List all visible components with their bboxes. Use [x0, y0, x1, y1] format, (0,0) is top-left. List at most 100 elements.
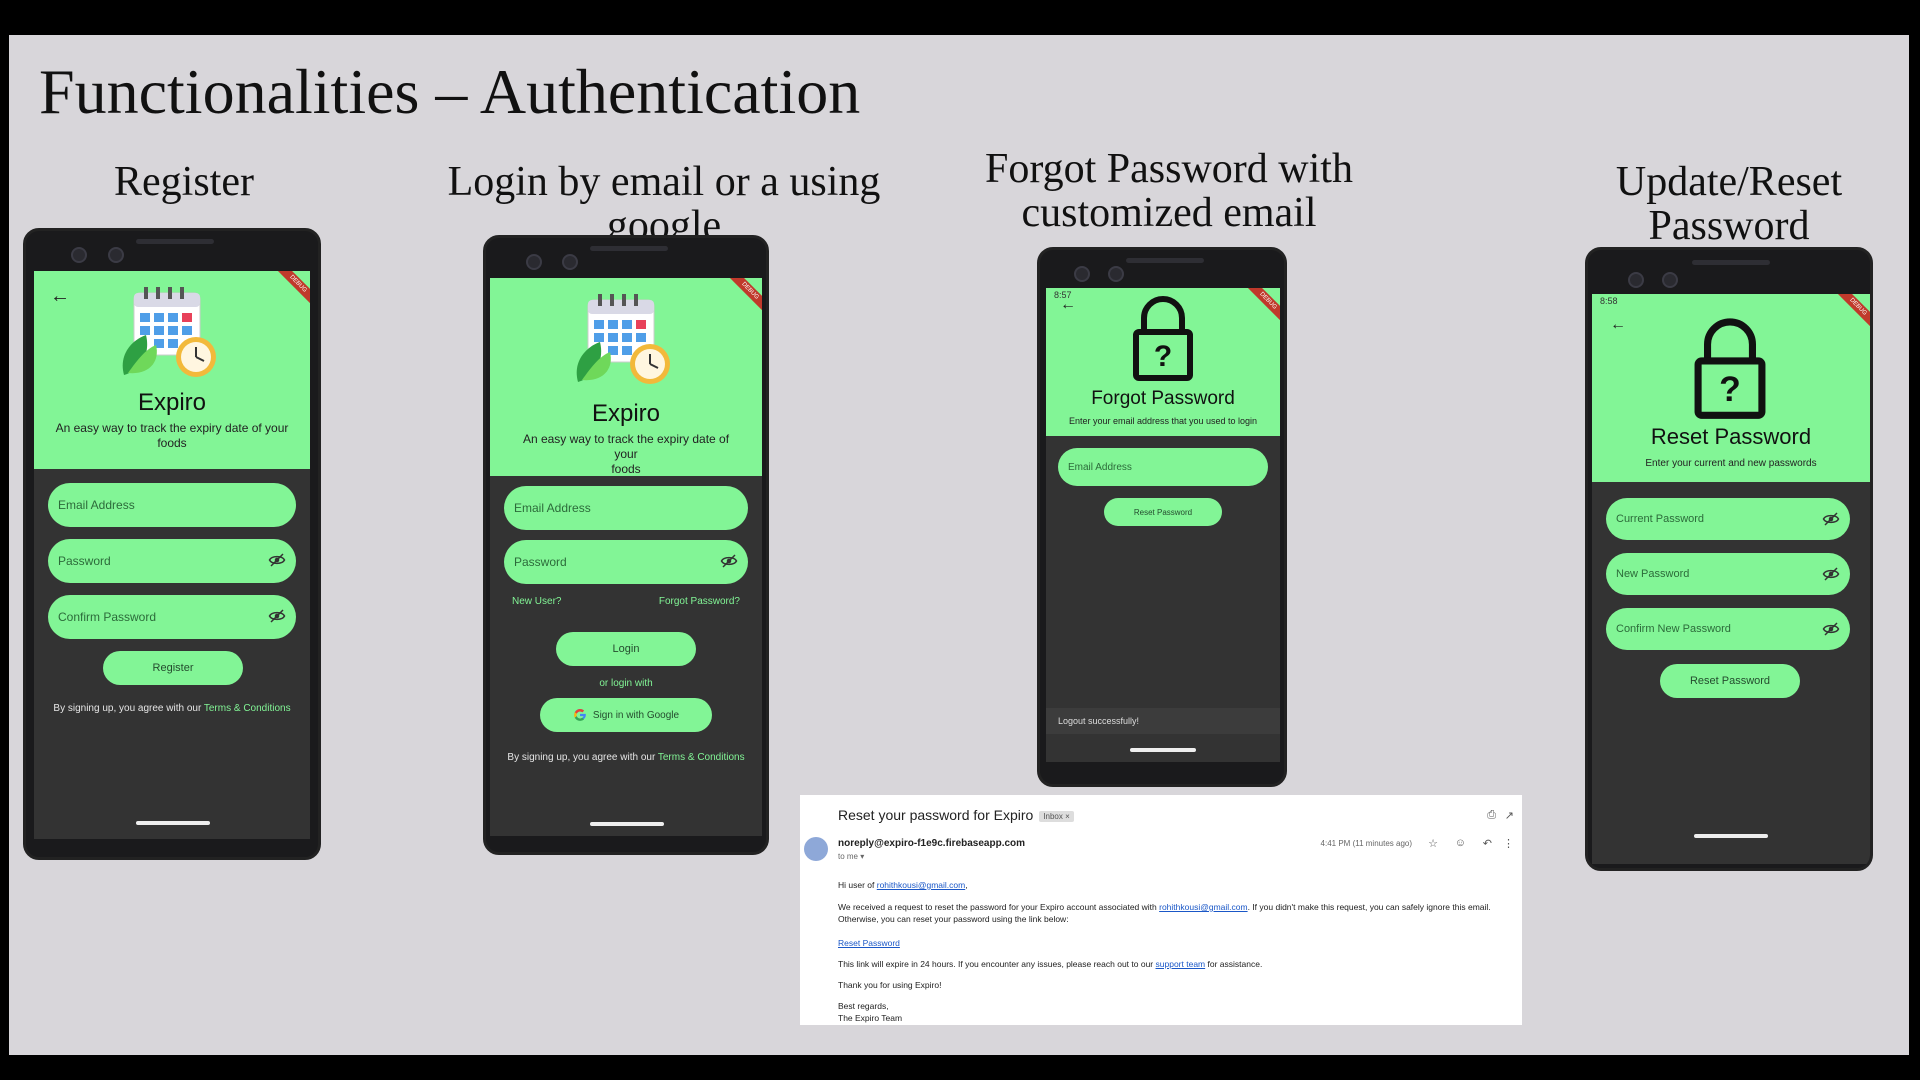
body3-prefix: This link will expire in 24 hours. If yo…: [838, 959, 1156, 969]
reply-icon[interactable]: ↶: [1483, 837, 1492, 850]
camera-icon: [71, 247, 87, 263]
header-panel: DEBUG Expiro An easy way to track the ex…: [490, 278, 762, 476]
eye-off-icon[interactable]: [720, 552, 738, 570]
camera-icon: [562, 254, 578, 270]
body2: Otherwise, you can reset your password u…: [838, 914, 1069, 924]
email-regards: Best regards,: [838, 1001, 889, 1011]
back-arrow-icon[interactable]: ←: [50, 285, 70, 308]
or-login-text: or login with: [599, 678, 653, 689]
password-field[interactable]: Password: [504, 540, 748, 584]
body1-email-link[interactable]: rohithkousi@gmail.com: [1159, 902, 1247, 912]
home-indicator[interactable]: [1130, 748, 1196, 752]
section-title-register: Register: [114, 159, 254, 205]
slide: Functionalities – Authentication Registe…: [9, 35, 1909, 1055]
header-panel: 8:57 DEBUG ← ? Forgot Password Enter you…: [1046, 288, 1280, 436]
calendar-logo-icon: [122, 287, 216, 377]
eye-off-icon[interactable]: [1822, 510, 1840, 528]
body3-suffix: for assistance.: [1205, 959, 1263, 969]
screen-login: DEBUG Expiro An easy way to track the ex…: [490, 278, 762, 836]
back-arrow-icon[interactable]: ←: [1060, 296, 1076, 314]
email-thanks: Thank you for using Expiro!: [838, 980, 942, 990]
print-icon[interactable]: ⎙: [1487, 809, 1496, 822]
app-name: Expiro: [137, 389, 207, 416]
email-placeholder: Email Address: [1068, 461, 1132, 473]
body1-prefix: We received a request to reset the passw…: [838, 902, 1160, 912]
reset-subtitle: Enter your current and new passwords: [1645, 458, 1817, 469]
confirm-password-field[interactable]: Confirm Password: [48, 595, 296, 639]
forgot-password-link[interactable]: Forgot Password?: [659, 596, 740, 607]
email-field[interactable]: Email Address: [48, 483, 296, 527]
lock-question-icon: ?: [1694, 318, 1766, 419]
more-vert-icon[interactable]: ⋮: [1503, 837, 1514, 850]
home-indicator[interactable]: [1694, 834, 1768, 838]
eye-off-icon[interactable]: [268, 551, 286, 569]
reset-password-button[interactable]: Reset Password: [1104, 498, 1222, 526]
slide-title: Functionalities – Authentication: [39, 56, 861, 127]
snackbar: Logout successfully!: [1046, 708, 1280, 734]
app-tagline-line1: An easy way to track the expiry date of …: [55, 421, 289, 435]
new-user-link[interactable]: New User?: [512, 596, 561, 607]
home-indicator[interactable]: [590, 822, 664, 826]
confirm-password-placeholder: Confirm Password: [58, 610, 157, 624]
header-panel: DEBUG ← Expiro An easy way to track the …: [34, 271, 310, 469]
terms-text: By signing up, you agree with our Terms …: [490, 752, 762, 763]
new-password-placeholder: New Password: [1616, 568, 1690, 580]
app-tagline: An easy way to track the expiry date of …: [54, 421, 290, 451]
terms-link[interactable]: Terms & Conditions: [204, 703, 291, 714]
confirm-new-password-field[interactable]: Confirm New Password: [1606, 608, 1850, 650]
reset-password-link[interactable]: Reset Password: [838, 938, 900, 948]
password-field[interactable]: Password: [48, 539, 296, 583]
emoji-icon[interactable]: ☺: [1455, 837, 1466, 849]
back-arrow-icon[interactable]: ←: [1610, 316, 1626, 334]
forgot-title: Forgot Password: [1091, 388, 1235, 409]
greeting-email-link[interactable]: rohithkousi@gmail.com: [877, 880, 965, 890]
terms-text: By signing up, you agree with our Terms …: [34, 703, 310, 714]
section-title-forgot-line2: customized email: [1021, 190, 1317, 236]
new-password-field[interactable]: New Password: [1606, 553, 1850, 595]
status-time: 8:58: [1600, 296, 1618, 306]
app-name: Expiro: [591, 400, 661, 427]
password-placeholder: Password: [58, 554, 111, 568]
eye-off-icon[interactable]: [1822, 565, 1840, 583]
calendar-logo-icon: [576, 294, 670, 384]
section-title-forgot-line1: Forgot Password with: [985, 146, 1353, 192]
current-password-field[interactable]: Current Password: [1606, 498, 1850, 540]
email-field[interactable]: Email Address: [504, 486, 748, 530]
email-recipient[interactable]: to me ▾: [838, 852, 864, 861]
current-password-placeholder: Current Password: [1616, 513, 1705, 525]
camera-icon: [1662, 272, 1678, 288]
phone-register: DEBUG ← Expiro An easy way to track the …: [23, 228, 321, 860]
email-greeting: Hi user of rohithkousi@gmail.com,: [838, 879, 1502, 891]
home-indicator[interactable]: [136, 821, 210, 825]
phone-login: DEBUG Expiro An easy way to track the ex…: [483, 235, 769, 855]
app-tagline: An easy way to track the expiry date of …: [510, 432, 742, 477]
inbox-label[interactable]: Inbox ×: [1039, 810, 1074, 822]
login-button[interactable]: Login: [556, 632, 696, 666]
email-body-3: This link will expire in 24 hours. If yo…: [838, 958, 1502, 970]
app-tagline-line2: foods: [157, 436, 187, 450]
open-in-new-icon[interactable]: ↗: [1505, 809, 1514, 822]
terms-prefix: By signing up, you agree with our: [507, 752, 658, 763]
app-tagline-line1: An easy way to track the expiry date of …: [522, 432, 730, 461]
register-button[interactable]: Register: [103, 651, 243, 685]
email-sender: noreply@expiro-f1e9c.firebaseapp.com: [838, 838, 1026, 849]
eye-off-icon[interactable]: [1822, 620, 1840, 638]
email-field[interactable]: Email Address: [1058, 448, 1268, 486]
email-subject: Reset your password for Expiro Inbox ×: [838, 807, 1074, 823]
speaker: [1692, 260, 1770, 265]
email-team: The Expiro Team: [838, 1013, 903, 1023]
body1-suffix: . If you didn't make this request, you c…: [1247, 902, 1491, 912]
google-sign-in-button[interactable]: Sign in with Google: [540, 698, 712, 732]
email-subject-text: Reset your password for Expiro: [838, 807, 1034, 823]
star-icon[interactable]: ☆: [1428, 837, 1438, 850]
phone-reset: 8:58 DEBUG ← ? Reset Password Enter your…: [1585, 247, 1873, 871]
debug-banner: DEBUG: [273, 271, 310, 309]
reset-password-button[interactable]: Reset Password: [1660, 664, 1800, 698]
speaker: [1126, 258, 1204, 263]
app-tagline-line2: foods: [611, 462, 641, 476]
eye-off-icon[interactable]: [268, 607, 286, 625]
speaker: [590, 246, 668, 251]
terms-link[interactable]: Terms & Conditions: [658, 752, 745, 763]
support-team-link[interactable]: support team: [1156, 959, 1206, 969]
email-placeholder: Email Address: [514, 501, 591, 515]
